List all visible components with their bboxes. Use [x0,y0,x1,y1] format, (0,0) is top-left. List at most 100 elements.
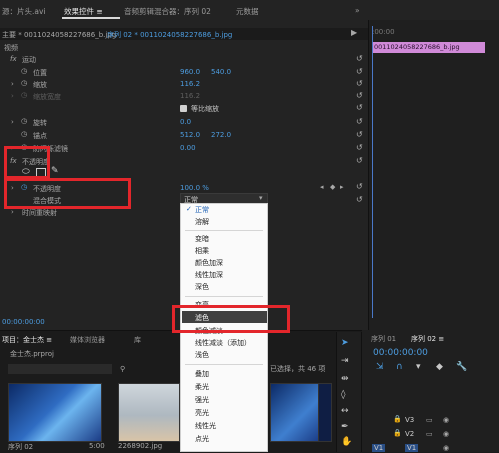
blend-option-hard-light[interactable]: 强光 [195,395,209,405]
track-v2-label[interactable]: V2 [405,430,414,438]
reset-scale-icon[interactable]: ↺ [356,79,363,88]
pen-mask-icon[interactable]: ✎ [51,166,59,176]
position-y-value[interactable]: 540.0 [211,68,231,76]
clip-thumbnail[interactable] [270,383,320,442]
tab-metadata[interactable]: 元数据 [236,6,259,17]
sequence-timecode[interactable]: 00:00:00:00 [373,348,428,358]
search-icon[interactable]: ⚲ [120,365,125,373]
wrench-icon[interactable]: 🔧 [456,362,467,372]
sequence-clip-label[interactable]: 序列 02 * 0011024058227686_b.jpg [107,30,232,40]
blend-option-linear-light[interactable]: 线性光 [195,421,216,431]
eye-icon[interactable]: ◉ [443,444,449,452]
blend-option-lighter-color[interactable]: 浅色 [195,350,209,360]
blend-option-dissolve[interactable]: 溶解 [195,217,209,227]
reset-anchor-icon[interactable]: ↺ [356,130,363,139]
pen-tool-icon[interactable]: ✒ [341,422,349,432]
eye-icon[interactable]: ◉ [443,416,449,424]
scale-label: 缩放 [33,81,47,89]
stopwatch-icon[interactable]: ◷ [21,130,27,138]
slip-tool-icon[interactable]: ↔ [341,406,349,416]
fx-icon[interactable]: fx [10,55,17,63]
keyframe-prev-icon[interactable]: ◂ [320,183,324,191]
keyframe-next-icon[interactable]: ▸ [340,183,344,191]
eye-icon[interactable]: ◉ [443,430,449,438]
reset-rotation-icon[interactable]: ↺ [356,117,363,126]
opacity-value[interactable]: 100.0 % [180,184,209,192]
track-select-tool-icon[interactable]: ⇥ [341,356,349,366]
playhead-line[interactable] [372,26,373,318]
source-v1-label[interactable]: V1 [372,444,386,452]
blend-option-overlay[interactable]: 叠加 [195,369,209,379]
panel-menu-icon[interactable]: » [355,6,360,15]
blend-option-vivid-light[interactable]: 亮光 [195,408,209,418]
sync-lock-icon[interactable]: ▭ [426,430,433,438]
scale-value[interactable]: 116.2 [180,80,200,88]
reset-opacity-icon[interactable]: ↺ [356,182,363,191]
clip-thumbnail[interactable] [318,383,332,442]
blend-option-soft-light[interactable]: 柔光 [195,382,209,392]
keyframe-add-icon[interactable]: ◆ [330,183,335,191]
master-clip-label[interactable]: 主要 * 0011024058227686_b.jpg [2,30,116,40]
scale-width-value: 116.2 [180,92,201,100]
blend-option-normal[interactable]: 正常 [195,205,209,215]
stopwatch-icon[interactable]: ◷ [21,79,27,87]
position-label: 位置 [33,69,47,77]
uniform-scale-checkbox[interactable] [180,105,187,112]
tab-audio-clip-mixer[interactable]: 音频剪辑混合器：序列 02 [124,6,211,17]
tab-library[interactable]: 库 [134,335,141,345]
expand-chevron-icon[interactable]: › [11,208,14,216]
razor-tool-icon[interactable]: ◊ [341,390,345,400]
tab-sequence-02[interactable]: 序列 02 ≡ [411,334,444,344]
anchor-y-value[interactable]: 272.0 [211,131,231,139]
project-search-input[interactable] [8,364,112,374]
blend-option-linear-dodge[interactable]: 线性减淡（添加） [195,338,251,348]
reset-position-icon[interactable]: ↺ [356,67,363,76]
track-v1-label[interactable]: V1 [405,444,419,452]
blend-option-pin-light[interactable]: 点光 [195,434,209,444]
reset-uniform-icon[interactable]: ↺ [356,103,363,112]
track-v3-label[interactable]: V3 [405,416,414,424]
blend-option-linear-burn[interactable]: 线性加深 [195,270,223,280]
reset-blend-icon[interactable]: ↺ [356,195,363,204]
linked-selection-icon[interactable]: ∩ [396,362,403,372]
tab-project[interactable]: 项目：金士杰 ≡ [2,335,52,345]
anchor-x-value[interactable]: 512.0 [180,131,200,139]
blend-option-color-burn[interactable]: 颜色加深 [195,258,223,268]
timeline-clip[interactable]: 0011024058227686_b.jpg [372,42,485,53]
lock-icon[interactable]: 🔒 [393,429,402,437]
blend-option-darker-color[interactable]: 深色 [195,282,209,292]
hand-tool-icon[interactable]: ✋ [341,437,352,447]
check-icon: ✓ [186,205,192,213]
ruler-label: :00:00 [372,28,395,36]
expand-chevron-icon[interactable]: › [11,80,14,88]
tab-source[interactable]: 源：片头.avi [2,6,46,17]
reset-scale-width-icon[interactable]: ↺ [356,91,363,100]
tab-media-browser[interactable]: 媒体浏览器 [70,335,105,345]
selection-tool-icon[interactable]: ➤ [341,338,349,348]
lock-icon[interactable]: 🔒 [393,415,402,423]
ec-timecode[interactable]: 00:00:00:00 [2,318,45,326]
blend-option-multiply[interactable]: 相乘 [195,246,209,256]
antiflicker-value[interactable]: 0.00 [180,144,196,152]
ripple-edit-tool-icon[interactable]: ⇹ [341,374,349,384]
tab-effect-controls[interactable]: 效果控件 ≡ [64,6,103,17]
expand-chevron-icon[interactable]: › [11,118,14,126]
add-marker-icon[interactable]: ▾ [416,362,421,372]
rotation-value[interactable]: 0.0 [180,118,191,126]
position-x-value[interactable]: 960.0 [180,68,200,76]
snap-icon[interactable]: ⇲ [376,362,384,372]
reset-motion-icon[interactable]: ↺ [356,54,363,63]
sync-lock-icon[interactable]: ▭ [426,416,433,424]
tab-sequence-01[interactable]: 序列 01 [371,334,396,344]
reset-opacity-group-icon[interactable]: ↺ [356,156,363,165]
stopwatch-icon: ◷ [21,91,28,99]
stopwatch-icon[interactable]: ◷ [21,117,27,125]
rotation-label: 旋转 [33,119,47,127]
stopwatch-icon[interactable]: ◷ [21,67,27,75]
marker-icon[interactable]: ◆ [436,362,443,372]
blend-option-darken[interactable]: 变暗 [195,234,209,244]
reset-antiflicker-icon[interactable]: ↺ [356,143,363,152]
sequence-thumbnail[interactable] [8,383,102,442]
toggle-timeline-icon[interactable]: ▶ [351,28,357,37]
image-thumbnail[interactable] [118,383,180,442]
